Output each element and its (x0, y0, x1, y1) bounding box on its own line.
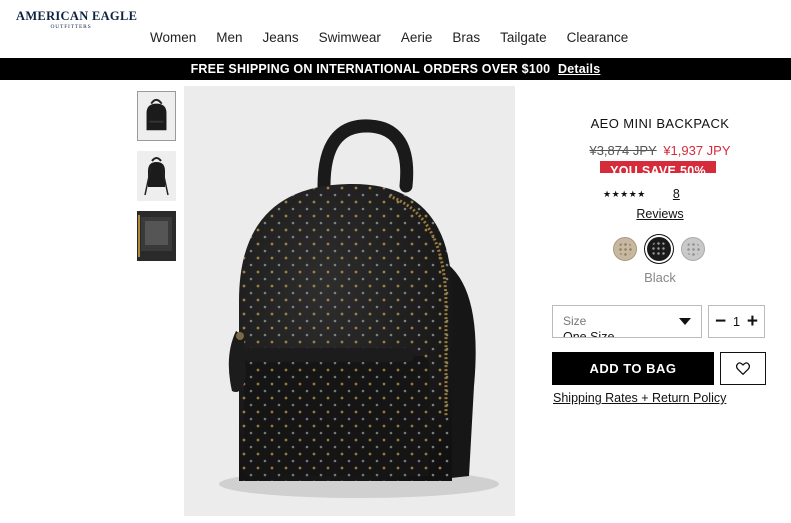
size-dropdown-value: One Size (563, 330, 615, 338)
nav-item-jeans[interactable]: Jeans (263, 30, 299, 45)
nav-item-men[interactable]: Men (216, 30, 242, 45)
backpack-interior-thumbnail-image (137, 211, 176, 261)
size-dropdown[interactable]: Size One Size (552, 305, 702, 338)
nav-item-aerie[interactable]: Aerie (401, 30, 433, 45)
shipping-returns-link[interactable]: Shipping Rates + Return Policy (553, 391, 726, 405)
backpack-front-thumbnail-image (138, 92, 175, 140)
swatch-tan-pattern (618, 242, 632, 256)
star-rating-icon: ★★★★★ (603, 188, 646, 199)
swatch-black-pattern (651, 241, 667, 257)
swatch-silver[interactable] (681, 237, 705, 261)
price-row: ¥3,874 JPY ¥1,937 JPY (545, 143, 775, 158)
selected-color-name: Black (644, 270, 676, 285)
swatch-tan[interactable] (613, 237, 637, 261)
product-title: AEO MINI BACKPACK (590, 116, 730, 131)
thumbnail-front[interactable] (137, 91, 176, 141)
add-to-bag-button[interactable]: ADD TO BAG (552, 352, 714, 385)
nav-item-clearance[interactable]: Clearance (567, 30, 629, 45)
thumbnail-interior[interactable] (137, 211, 176, 261)
brand-subtitle: OUTFITTERS (50, 24, 92, 30)
sale-price: ¥1,937 JPY (663, 143, 731, 158)
nav-item-bras[interactable]: Bras (452, 30, 480, 45)
quantity-value[interactable]: 1 (733, 314, 740, 329)
reviews-link[interactable]: Reviews (545, 207, 775, 221)
rating-row: ★★★★★ 8 (603, 187, 680, 201)
heart-icon (736, 362, 750, 375)
promo-details-link[interactable]: Details (558, 62, 600, 76)
quantity-increase-button[interactable]: + (747, 312, 758, 331)
quantity-decrease-button[interactable]: − (715, 312, 726, 331)
savings-badge: YOU SAVE 50% (600, 161, 716, 173)
nav-item-tailgate[interactable]: Tailgate (500, 30, 547, 45)
nav-item-women[interactable]: Women (150, 30, 196, 45)
wishlist-button[interactable] (720, 352, 766, 385)
review-count-link[interactable]: 8 (673, 187, 680, 201)
color-swatches (613, 237, 705, 261)
main-nav: Women Men Jeans Swimwear Aerie Bras Tail… (150, 30, 648, 45)
product-main-image (184, 86, 515, 516)
backpack-product-photo (184, 86, 515, 516)
original-price: ¥3,874 JPY (589, 143, 657, 158)
size-dropdown-label: Size (563, 314, 587, 328)
brand-logo[interactable]: AMERICAN EAGLE OUTFITTERS (16, 9, 138, 30)
backpack-back-thumbnail-image (137, 151, 176, 201)
nav-item-swimwear[interactable]: Swimwear (319, 30, 381, 45)
promo-banner: FREE SHIPPING ON INTERNATIONAL ORDERS OV… (0, 58, 791, 80)
brand-name: AMERICAN EAGLE (16, 9, 138, 23)
promo-text: FREE SHIPPING ON INTERNATIONAL ORDERS OV… (190, 62, 551, 76)
quantity-stepper: − 1 + (708, 305, 765, 338)
swatch-black[interactable] (647, 237, 671, 261)
swatch-silver-pattern (686, 242, 700, 256)
thumbnail-back[interactable] (137, 151, 176, 201)
chevron-down-icon (679, 318, 691, 325)
